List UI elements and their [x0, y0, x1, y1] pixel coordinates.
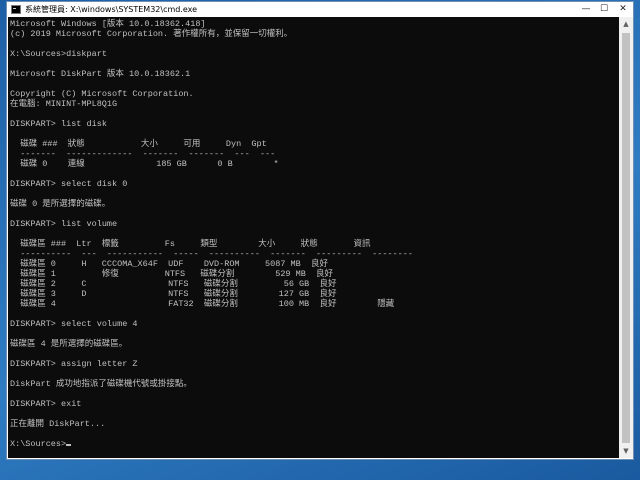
console-line: (c) 2019 Microsoft Corporation. 著作權所有，並保… [10, 29, 293, 39]
scroll-up-arrow-icon[interactable]: ▲ [619, 17, 633, 31]
console-text: Microsoft Windows [版本 10.0.18362.418] (c)… [8, 17, 619, 449]
vertical-scrollbar[interactable]: ▲ ▼ [619, 17, 633, 458]
console-line: Copyright (C) Microsoft Corporation. [10, 89, 194, 99]
console-line: 磁碟區 1 修復 NTFS 磁碟分割 529 MB 良好 [10, 269, 334, 279]
console-output-area[interactable]: Microsoft Windows [版本 10.0.18362.418] (c)… [8, 17, 619, 458]
console-line: DISKPART> list disk [10, 119, 107, 129]
title-bar[interactable]: 系統管理員: X:\windows\SYSTEM32\cmd.exe — ☐ ✕ [7, 2, 633, 17]
scroll-down-arrow-icon[interactable]: ▼ [619, 444, 633, 458]
console-line: DISKPART> select disk 0 [10, 179, 128, 189]
window-title: 系統管理員: X:\windows\SYSTEM32\cmd.exe [25, 5, 198, 14]
maximize-button[interactable]: ☐ [595, 2, 613, 17]
console-line: 磁碟區 4 是所選擇的磁碟區。 [10, 339, 128, 349]
console-line: 磁碟區 2 C NTFS 磁碟分割 56 GB 良好 [10, 279, 337, 289]
console-line: X:\Sources>diskpart [10, 49, 107, 59]
console-line: ---------- --- ----------- ----- -------… [10, 249, 413, 259]
console-line: 在電腦: MININT-MPL8Q1G [10, 99, 118, 109]
console-line: 磁碟 0 是所選擇的磁碟。 [10, 199, 111, 209]
close-button[interactable]: ✕ [613, 2, 633, 17]
console-icon [11, 5, 21, 14]
console-line: DISKPART> assign letter Z [10, 359, 138, 369]
console-line: Microsoft Windows [版本 10.0.18362.418] [10, 19, 206, 29]
console-line: 磁碟 ### 狀態 大小 可用 Dyn Gpt [10, 139, 267, 149]
console-line: X:\Sources> [10, 439, 619, 449]
console-line: DISKPART> select volume 4 [10, 319, 138, 329]
minimize-button[interactable]: — [577, 2, 595, 17]
console-line: Microsoft DiskPart 版本 10.0.18362.1 [10, 69, 191, 79]
console-line: 正在離開 DiskPart... [10, 419, 106, 429]
console-line: 磁碟 0 連線 185 GB 0 B * [10, 159, 279, 169]
console-line: DISKPART> list volume [10, 219, 118, 229]
console-line: DiskPart 成功地指派了磁碟機代號或掛接點。 [10, 379, 192, 389]
console-line: 磁碟區 3 D NTFS 磁碟分割 127 GB 良好 [10, 289, 337, 299]
console-line: 磁碟區 4 FAT32 磁碟分割 100 MB 良好 隱藏 [10, 299, 395, 309]
console-line: 磁碟區 0 H CCCOMA_X64F UDF DVD-ROM 5087 MB … [10, 259, 328, 269]
console-line: ------- ------------- ------- ------- --… [10, 149, 276, 159]
text-cursor [66, 444, 72, 446]
console-line: DISKPART> exit [10, 399, 82, 409]
window-controls: — ☐ ✕ [577, 2, 633, 17]
scrollbar-thumb[interactable] [622, 33, 630, 443]
cmd-window[interactable]: 系統管理員: X:\windows\SYSTEM32\cmd.exe — ☐ ✕… [6, 1, 634, 460]
desktop-background: 系統管理員: X:\windows\SYSTEM32\cmd.exe — ☐ ✕… [0, 0, 640, 480]
console-line: 磁碟區 ### Ltr 標籤 Fs 類型 大小 狀態 資訊 [10, 239, 371, 249]
